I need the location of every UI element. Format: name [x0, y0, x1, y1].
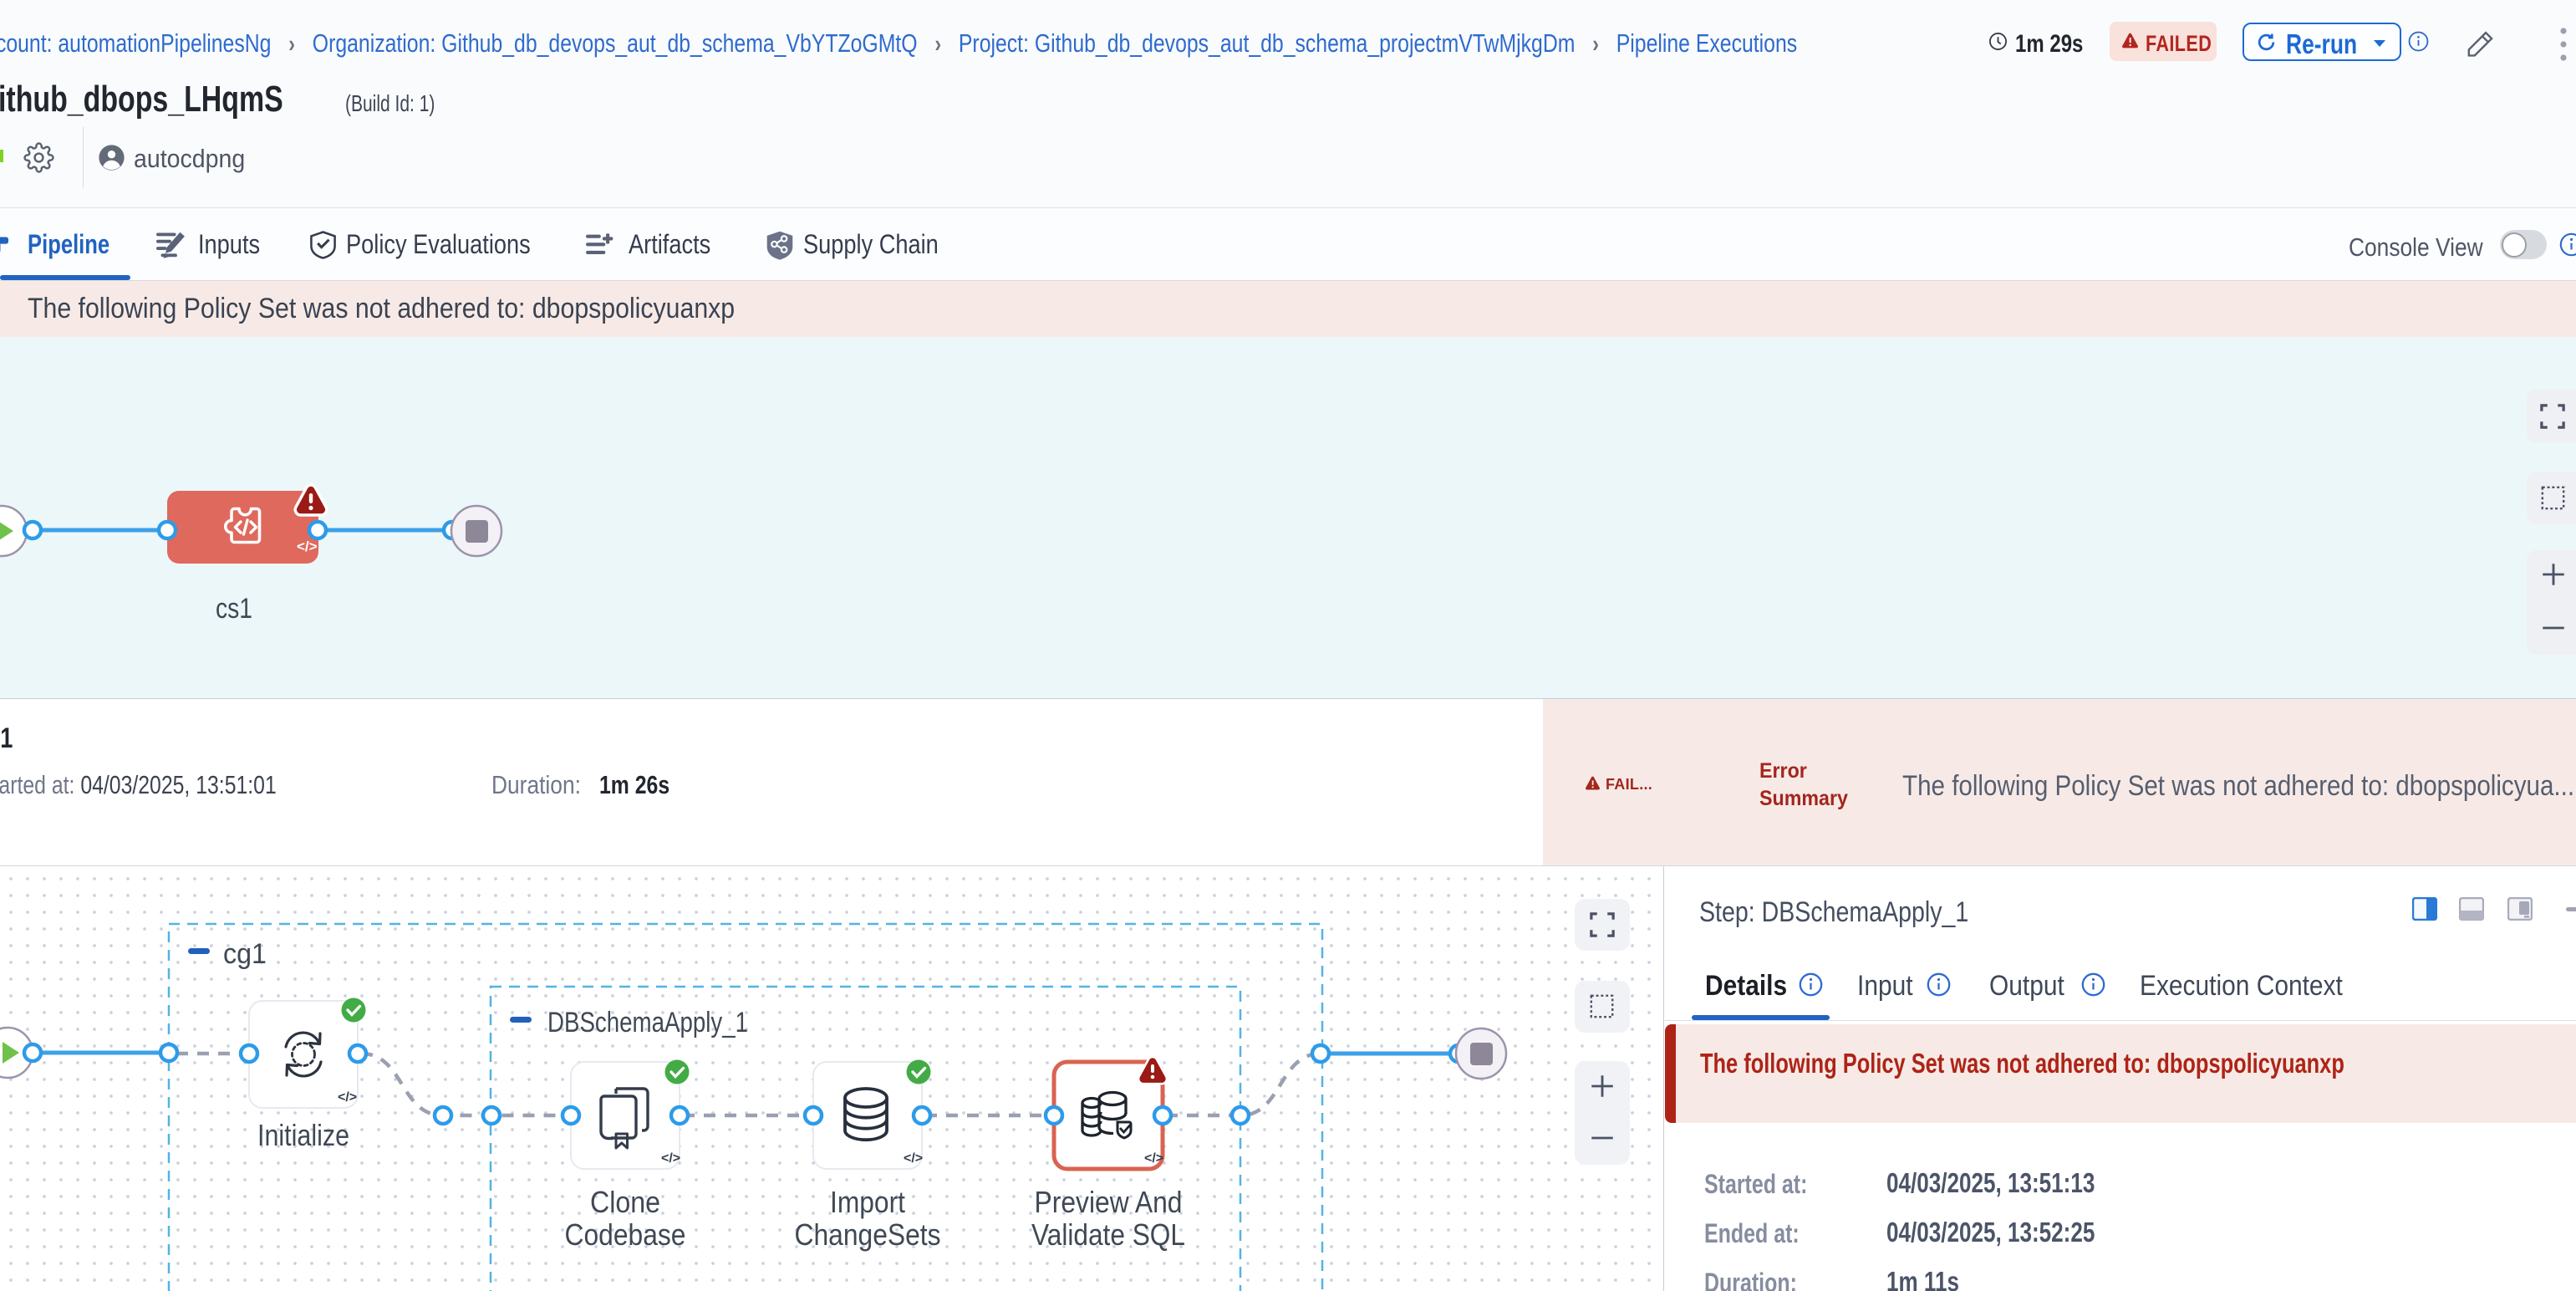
svg-text:</>: </> [904, 1151, 923, 1166]
svg-text:ChangeSets: ChangeSets [795, 1217, 941, 1252]
svg-text:Initialize: Initialize [257, 1118, 349, 1152]
svg-text:cs1: cs1 [216, 593, 252, 625]
svg-text:DBSchemaApply_1: DBSchemaApply_1 [547, 1007, 748, 1038]
svg-text:Codebase: Codebase [565, 1217, 686, 1252]
svg-text:Clone: Clone [590, 1185, 660, 1219]
svg-text:</>: </> [661, 1151, 680, 1166]
svg-text:Validate SQL: Validate SQL [1031, 1217, 1185, 1252]
svg-text:</>: </> [297, 538, 318, 554]
svg-text:Preview And: Preview And [1035, 1185, 1183, 1219]
svg-text:cg1: cg1 [223, 938, 267, 970]
svg-text:</>: </> [1144, 1151, 1163, 1166]
svg-text:Import: Import [830, 1185, 905, 1219]
svg-text:</>: </> [338, 1090, 357, 1105]
